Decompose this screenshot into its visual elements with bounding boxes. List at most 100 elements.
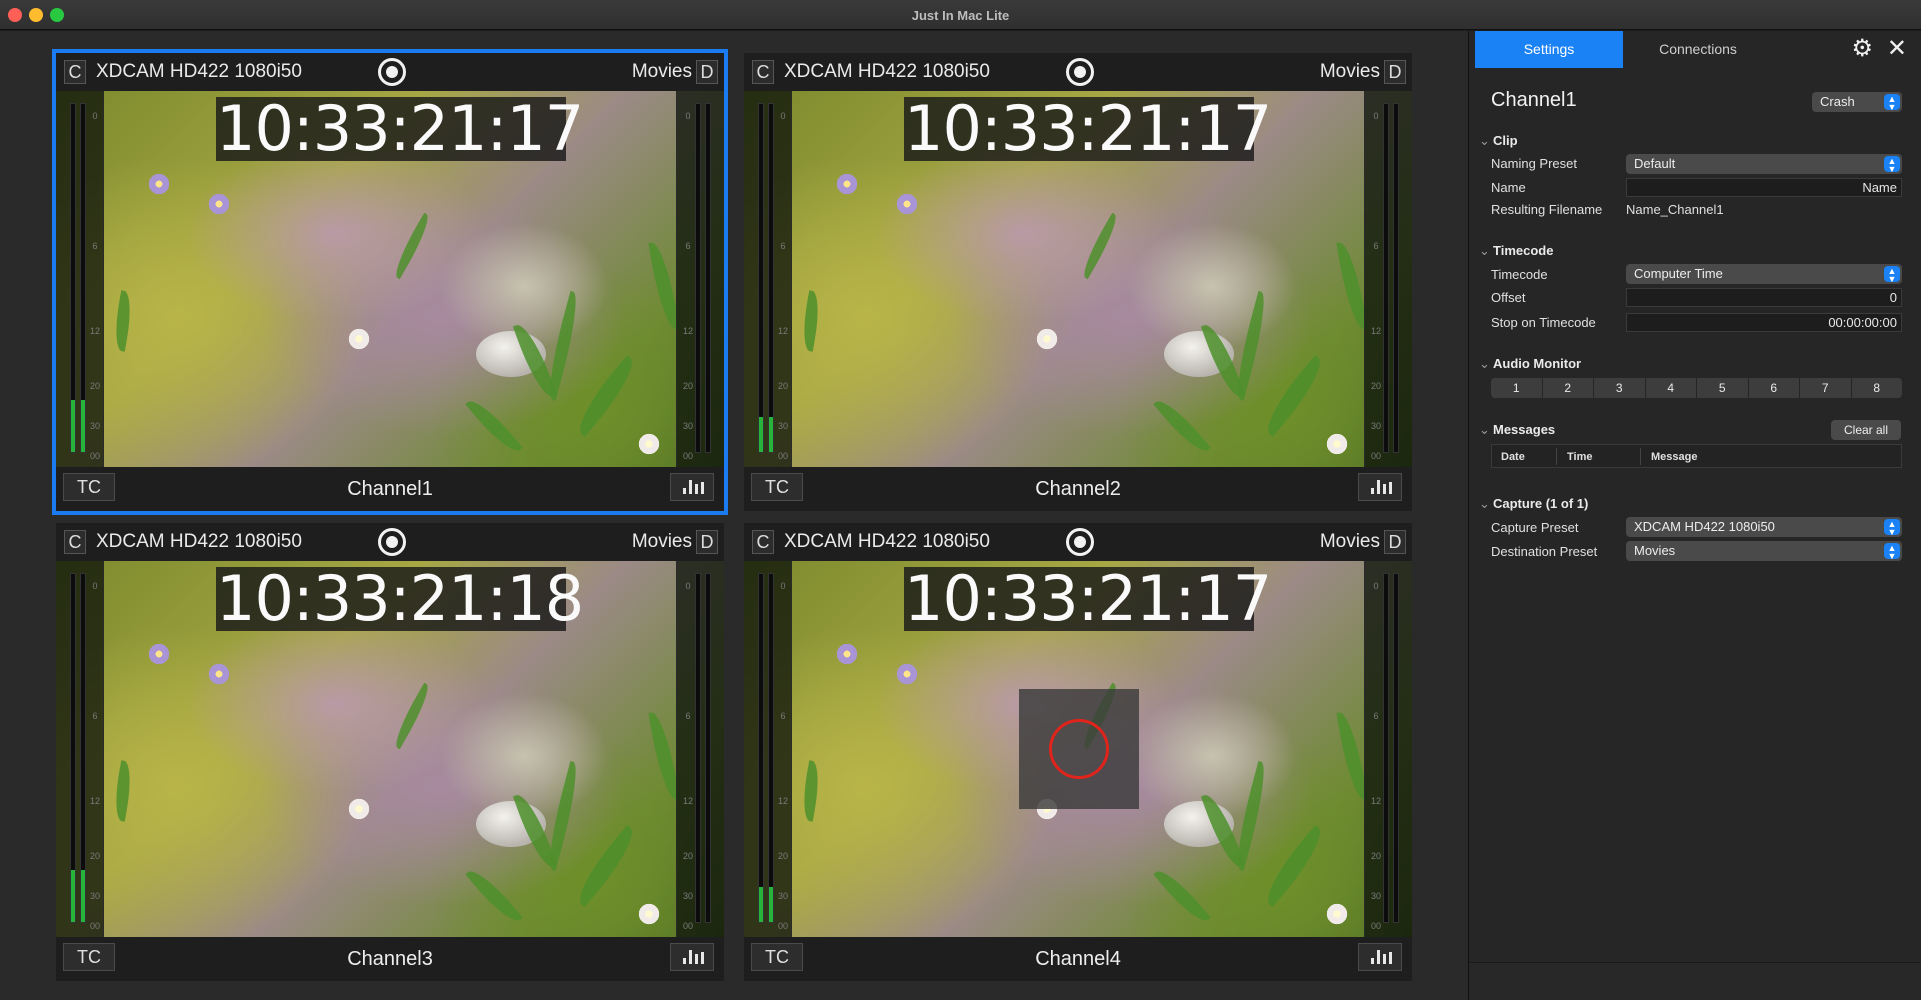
- section-audio-monitor[interactable]: ⌄ Audio Monitor: [1479, 356, 1581, 372]
- audio-meter-right: 0 6 12 20 30 00: [676, 91, 724, 467]
- gear-icon[interactable]: ⚙: [1851, 37, 1873, 61]
- destination-name: Movies: [631, 61, 692, 82]
- capture-letter-button[interactable]: C: [752, 530, 774, 554]
- meter-tick-label: 00: [89, 921, 100, 931]
- section-clip[interactable]: ⌄ Clip: [1479, 133, 1518, 149]
- column-time[interactable]: Time: [1567, 451, 1592, 463]
- chevron-updown-icon: ▲ ▼: [1884, 156, 1900, 174]
- column-message[interactable]: Message: [1651, 451, 1697, 463]
- stop-on-timecode-field[interactable]: 00:00:00:00: [1626, 313, 1902, 332]
- bar-chart-bar: [695, 954, 698, 964]
- scene-leaf: [569, 825, 643, 907]
- clear-all-button[interactable]: Clear all: [1831, 420, 1901, 440]
- record-icon[interactable]: [378, 528, 406, 556]
- audio-channel-1[interactable]: 1: [1491, 378, 1543, 398]
- crash-select[interactable]: Crash ▲ ▼: [1812, 92, 1902, 112]
- record-icon[interactable]: [1066, 528, 1094, 556]
- bar-chart-icon[interactable]: [670, 473, 714, 501]
- meter-bar: [80, 103, 86, 453]
- record-icon[interactable]: [378, 58, 406, 86]
- meter-bar: [695, 573, 701, 923]
- audio-meter-left: 0 6 12 20 30 00: [56, 561, 104, 937]
- video-preview[interactable]: 0 6 12 20 30 00 0 6 12 20 30 00 10:33:21:17: [56, 91, 724, 467]
- column-date[interactable]: Date: [1501, 451, 1525, 463]
- audio-channel-4[interactable]: 4: [1646, 378, 1697, 398]
- destination-letter-button[interactable]: D: [696, 530, 718, 554]
- video-preview[interactable]: 0 6 12 20 30 00 0 6 12 20 30 00 10:33:21:17: [744, 91, 1412, 467]
- video-preview[interactable]: 0 6 12 20 30 00 0 6 12 20 30 00 10:33:21:17: [744, 561, 1412, 937]
- channel-tile[interactable]: C XDCAM HD422 1080i50 Movies D 0 6 12 20 30 0…: [744, 53, 1412, 511]
- scene-flower: [636, 901, 662, 927]
- recording-ring-icon: [1049, 719, 1109, 779]
- audio-meter-left: 0 6 12 20 30 00: [744, 561, 792, 937]
- bar-chart-bar: [1383, 484, 1386, 494]
- destination-preset-select[interactable]: Movies ▲ ▼: [1626, 541, 1902, 561]
- close-icon[interactable]: ✕: [1887, 36, 1907, 62]
- bar-chart-bar: [1389, 952, 1392, 964]
- audio-channel-5[interactable]: 5: [1697, 378, 1749, 398]
- audio-channel-7[interactable]: 7: [1800, 378, 1852, 398]
- meter-tick-label: 0: [1373, 581, 1379, 591]
- meter-tick-label: 0: [92, 581, 98, 591]
- name-field[interactable]: Name: [1626, 178, 1902, 197]
- tile-header: C XDCAM HD422 1080i50 Movies D: [744, 53, 1412, 91]
- audio-channel-8[interactable]: 8: [1852, 378, 1903, 398]
- meter-tick-label: 00: [777, 451, 788, 461]
- section-capture[interactable]: ⌄ Capture (1 of 1): [1479, 496, 1588, 512]
- meter-tick-label: 6: [1373, 241, 1379, 251]
- meter-tick-label: 30: [89, 421, 100, 431]
- audio-meter-left: 0 6 12 20 30 00: [56, 91, 104, 467]
- naming-preset-value: Default: [1634, 156, 1676, 171]
- destination-letter-button[interactable]: D: [1384, 530, 1406, 554]
- destination-preset-value: Movies: [1634, 543, 1676, 558]
- meter-tick-label: 20: [1370, 851, 1381, 861]
- channel-tile[interactable]: C XDCAM HD422 1080i50 Movies D 0 6 12 20 30 0…: [744, 523, 1412, 981]
- video-preview[interactable]: 0 6 12 20 30 00 0 6 12 20 30 00 10:33:21:18: [56, 561, 724, 937]
- channel-tile[interactable]: C XDCAM HD422 1080i50 Movies D 0 6 12 20 30 0…: [56, 523, 724, 981]
- destination-name: Movies: [1319, 61, 1380, 82]
- audio-channel-3[interactable]: 3: [1594, 378, 1646, 398]
- meter-bar: [1383, 573, 1389, 923]
- bar-chart-bar: [1377, 480, 1380, 494]
- resulting-filename-label: Resulting Filename: [1491, 202, 1603, 217]
- audio-channel-6[interactable]: 6: [1749, 378, 1800, 398]
- meter-bar: [695, 103, 701, 453]
- channel-tile[interactable]: C XDCAM HD422 1080i50 Movies D 0 6 12 20 30 0…: [52, 49, 728, 515]
- tile-header: C XDCAM HD422 1080i50 Movies D: [56, 523, 724, 561]
- bar-chart-icon[interactable]: [670, 943, 714, 971]
- meter-tick-label: 00: [682, 451, 693, 461]
- tab-connections[interactable]: Connections: [1623, 31, 1773, 68]
- offset-field[interactable]: 0: [1626, 288, 1902, 307]
- timecode-select[interactable]: Computer Time ▲ ▼: [1626, 264, 1902, 284]
- resulting-filename-value: Name_Channel1: [1626, 202, 1724, 217]
- tile-header: C XDCAM HD422 1080i50 Movies D: [56, 53, 724, 91]
- meter-tick-label: 00: [777, 921, 788, 931]
- capture-letter-button[interactable]: C: [752, 60, 774, 84]
- timecode-label: Timecode: [1491, 267, 1548, 282]
- audio-channel-2[interactable]: 2: [1543, 378, 1594, 398]
- capture-letter-button[interactable]: C: [64, 530, 86, 554]
- naming-preset-select[interactable]: Default ▲ ▼: [1626, 154, 1902, 174]
- crash-select-value: Crash: [1820, 94, 1855, 109]
- section-messages[interactable]: ⌄ Messages: [1479, 422, 1555, 438]
- section-timecode[interactable]: ⌄ Timecode: [1479, 243, 1553, 259]
- scene-leaf: [648, 240, 680, 332]
- destination-letter-button[interactable]: D: [1384, 60, 1406, 84]
- capture-letter-button[interactable]: C: [64, 60, 86, 84]
- record-icon[interactable]: [1066, 58, 1094, 86]
- channel-name: Channel4: [1035, 948, 1121, 970]
- bar-chart-icon[interactable]: [1358, 473, 1402, 501]
- meter-tick-label: 20: [89, 851, 100, 861]
- destination-letter-button[interactable]: D: [696, 60, 718, 84]
- scene-leaf: [465, 864, 523, 928]
- meter-level: [759, 887, 763, 922]
- section-capture-label: Capture (1 of 1): [1493, 496, 1589, 511]
- bar-chart-icon[interactable]: [1358, 943, 1402, 971]
- meter-tick-label: 00: [1370, 451, 1381, 461]
- tab-settings[interactable]: Settings: [1475, 31, 1623, 68]
- capture-preset-select[interactable]: XDCAM HD422 1080i50 ▲ ▼: [1626, 517, 1902, 537]
- section-messages-label: Messages: [1493, 422, 1556, 437]
- scene-flower: [206, 191, 232, 217]
- timecode-display: 10:33:21:18: [216, 562, 584, 635]
- meter-tick-label: 20: [777, 851, 788, 861]
